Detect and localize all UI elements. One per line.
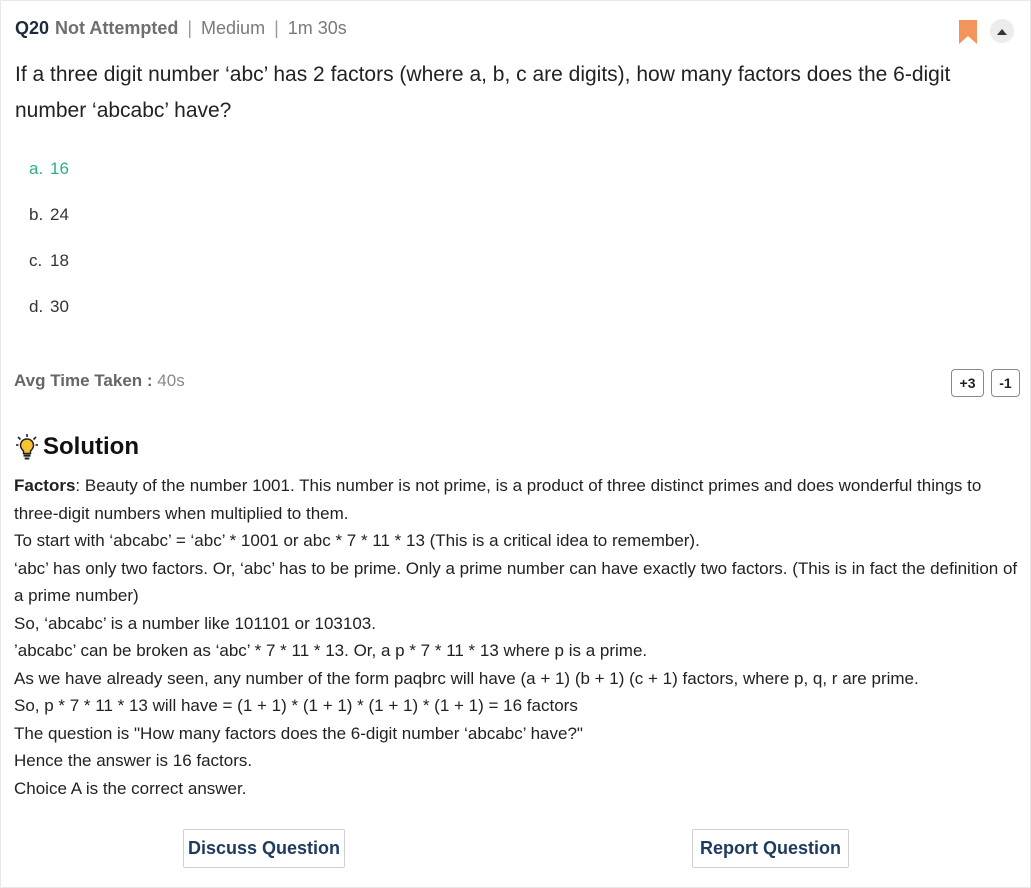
question-text: If a three digit number ‘abc’ has 2 fact…: [15, 63, 951, 122]
option-letter: a.: [29, 159, 44, 178]
attempt-status: Not Attempted: [55, 18, 179, 38]
positive-marks-badge: +3: [951, 369, 984, 397]
chevron-up-icon: [997, 28, 1007, 35]
option-letter: d.: [29, 297, 44, 316]
separator: |: [274, 18, 279, 38]
time-limit: 1m 30s: [287, 18, 347, 38]
solution-line: Hence the answer is 16 factors.: [14, 751, 253, 770]
question-header: Q20 Not Attempted | Medium | 1m 30s: [15, 18, 347, 39]
option-text: 18: [50, 251, 69, 270]
avg-time-value: 40s: [157, 371, 185, 390]
solution-body: Factors: Beauty of the number 1001. This…: [14, 472, 1022, 802]
option-letter: c.: [29, 251, 43, 270]
option-a[interactable]: a. 16: [29, 159, 69, 205]
solution-line: ‘abc’ has only two factors. Or, ‘abc’ ha…: [14, 558, 1018, 606]
negative-marks-badge: -1: [991, 369, 1020, 397]
solution-intro-text: : Beauty of the number 1001. This number…: [14, 476, 982, 523]
option-text: 30: [50, 297, 69, 316]
avg-time-label: Avg Time Taken :: [14, 371, 153, 390]
solution-line: The question is "How many factors does t…: [14, 723, 583, 743]
difficulty-label: Medium: [201, 18, 266, 38]
solution-line: As we have already seen, any number of t…: [14, 668, 919, 688]
solution-line: To start with ‘abcabc’ = ‘abc’ * 1001 or…: [14, 531, 700, 550]
question-number: Q20: [15, 18, 50, 38]
report-question-button[interactable]: Report Question: [692, 829, 849, 868]
discuss-question-button[interactable]: Discuss Question: [183, 829, 345, 868]
solution-line: ’abcabc’ can be broken as ‘abc’ * 7 * 11…: [14, 641, 648, 660]
avg-time: Avg Time Taken : 40s: [14, 371, 185, 391]
separator: |: [187, 18, 193, 38]
options-list: a. 16 b. 24 c. 18 d. 30: [29, 159, 69, 343]
solution-title: Solution: [43, 433, 139, 460]
solution-term: Factors: [14, 476, 76, 495]
solution-intro: Factors: Beauty of the number 1001. This…: [14, 472, 1022, 527]
collapse-button[interactable]: [990, 19, 1014, 43]
solution-line: So, p * 7 * 11 * 13 will have = (1 + 1) …: [14, 696, 578, 715]
option-b[interactable]: b. 24: [29, 205, 69, 251]
option-text: 16: [50, 159, 69, 178]
solution-header: Solution: [16, 433, 139, 461]
option-letter: b.: [29, 205, 44, 224]
bookmark-icon[interactable]: [958, 20, 978, 44]
solution-line: So, ‘abcabc’ is a number like 101101 or …: [14, 613, 376, 633]
solution-line: Choice A is the correct answer.: [14, 778, 247, 798]
option-c[interactable]: c. 18: [29, 251, 69, 297]
option-d[interactable]: d. 30: [29, 297, 69, 343]
lightbulb-icon: [16, 434, 38, 460]
option-text: 24: [50, 205, 69, 224]
question-card: Q20 Not Attempted | Medium | 1m 30s If a…: [0, 0, 1031, 888]
